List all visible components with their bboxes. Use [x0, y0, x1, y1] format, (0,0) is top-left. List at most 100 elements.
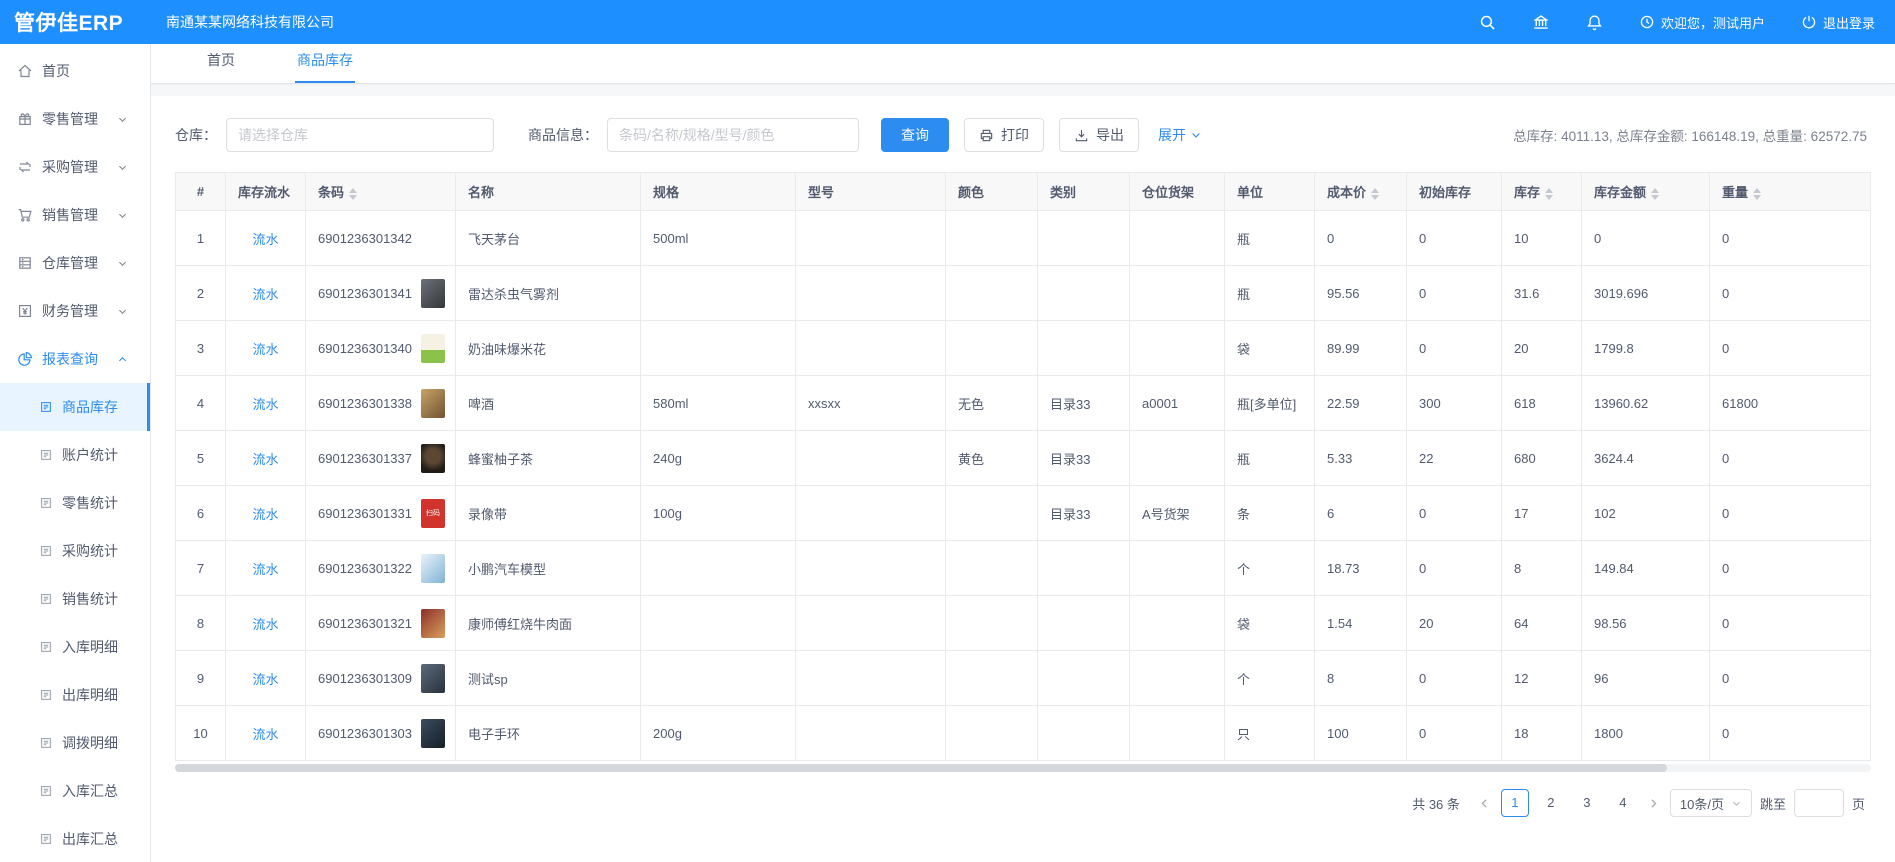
- cell-model: xxsxx: [796, 376, 946, 431]
- company-name: 南通某某网络科技有限公司: [166, 12, 334, 32]
- cell-barcode: 6901236301321: [318, 609, 443, 638]
- horizontal-scrollbar[interactable]: [175, 764, 1871, 772]
- sidebar-item-outbound-summary[interactable]: 出库汇总: [0, 815, 150, 862]
- cell-init-stock: 0: [1407, 541, 1502, 596]
- doc-icon: [39, 496, 53, 510]
- jump-page-input[interactable]: [1794, 789, 1844, 817]
- page-number-4[interactable]: 4: [1609, 789, 1637, 817]
- next-page-icon[interactable]: [1645, 797, 1662, 810]
- stock-flow-link[interactable]: 流水: [252, 672, 278, 687]
- sidebar-item-report-query[interactable]: 报表查询: [0, 335, 150, 383]
- cell-index: 4: [176, 376, 226, 431]
- sort-icon[interactable]: [1371, 188, 1379, 200]
- page-number-2[interactable]: 2: [1537, 789, 1565, 817]
- sort-icon[interactable]: [1545, 188, 1553, 200]
- cell-name: 蜂蜜柚子茶: [456, 431, 641, 486]
- cell-stock: 680: [1502, 431, 1582, 486]
- clock-icon: [1639, 14, 1655, 30]
- print-button[interactable]: 打印: [964, 118, 1044, 152]
- sidebar-item-label: 采购管理: [42, 157, 98, 177]
- doc-icon: [39, 736, 53, 750]
- stock-flow-link[interactable]: 流水: [252, 507, 278, 522]
- sidebar-item-transfer-detail[interactable]: 调拨明细: [0, 719, 150, 767]
- sidebar-item-retail-stats[interactable]: 零售统计: [0, 479, 150, 527]
- sort-icon[interactable]: [1651, 188, 1659, 200]
- sidebar-item-label: 仓库管理: [42, 253, 98, 273]
- page-unit-label: 页: [1852, 794, 1865, 813]
- cell-barcode: 6901236301309: [318, 664, 443, 693]
- sidebar-item-goods-stock[interactable]: 商品库存: [0, 383, 150, 431]
- sidebar-item-inbound-detail[interactable]: 入库明细: [0, 623, 150, 671]
- column-label: 库存金额: [1594, 185, 1646, 200]
- warehouse-select[interactable]: [226, 118, 494, 152]
- column-header-条码[interactable]: 条码: [306, 173, 456, 211]
- page-number-3[interactable]: 3: [1573, 789, 1601, 817]
- cell-amount: 1800: [1582, 706, 1710, 761]
- column-header-重量[interactable]: 重量: [1710, 173, 1871, 211]
- sidebar-item-inbound-summary[interactable]: 入库汇总: [0, 767, 150, 815]
- sidebar-item-outbound-detail[interactable]: 出库明细: [0, 671, 150, 719]
- sort-icon[interactable]: [349, 188, 357, 200]
- cell-cost: 22.59: [1315, 376, 1407, 431]
- stock-flow-link[interactable]: 流水: [252, 452, 278, 467]
- column-label: 类别: [1050, 185, 1076, 200]
- column-header-规格: 规格: [641, 173, 796, 211]
- cell-weight: 0: [1710, 431, 1871, 486]
- column-header-库存[interactable]: 库存: [1502, 173, 1582, 211]
- logout-button[interactable]: 退出登录: [1801, 13, 1875, 32]
- column-label: 成本价: [1327, 185, 1366, 200]
- sidebar-item-purchase-mgmt[interactable]: 采购管理: [0, 143, 150, 191]
- cell-model: [796, 431, 946, 486]
- sidebar-item-finance-mgmt[interactable]: 财务管理: [0, 287, 150, 335]
- cell-category: 目录33: [1038, 431, 1130, 486]
- cell-unit: 瓶: [1225, 211, 1315, 266]
- stock-flow-link[interactable]: 流水: [252, 232, 278, 247]
- sidebar-item-warehouse-mgmt[interactable]: 仓库管理: [0, 239, 150, 287]
- expand-link[interactable]: 展开: [1158, 125, 1202, 145]
- column-header-成本价[interactable]: 成本价: [1315, 173, 1407, 211]
- stock-flow-link[interactable]: 流水: [252, 562, 278, 577]
- pagination-total: 共 36 条: [1412, 794, 1460, 813]
- column-header-库存金额[interactable]: 库存金额: [1582, 173, 1710, 211]
- tab-goods-stock[interactable]: 商品库存: [295, 50, 355, 83]
- stock-flow-link[interactable]: 流水: [252, 287, 278, 302]
- cell-model: [796, 321, 946, 376]
- cell-weight: 0: [1710, 651, 1871, 706]
- sidebar-item-label: 财务管理: [42, 301, 98, 321]
- stock-flow-link[interactable]: 流水: [252, 727, 278, 742]
- table-row: 5流水6901236301337蜂蜜柚子茶240g黄色目录33瓶5.332268…: [176, 431, 1871, 486]
- sidebar-item-home[interactable]: 首页: [0, 47, 150, 95]
- stock-flow-link[interactable]: 流水: [252, 617, 278, 632]
- page-number-1[interactable]: 1: [1501, 789, 1529, 817]
- search-icon[interactable]: [1479, 14, 1496, 31]
- welcome-user[interactable]: 欢迎您，测试用户: [1639, 13, 1765, 32]
- cell-stock: 20: [1502, 321, 1582, 376]
- stock-flow-link[interactable]: 流水: [252, 397, 278, 412]
- sidebar-item-account-stats[interactable]: 账户统计: [0, 431, 150, 479]
- stock-flow-link[interactable]: 流水: [252, 342, 278, 357]
- tab-home[interactable]: 首页: [205, 50, 237, 83]
- export-button[interactable]: 导出: [1059, 118, 1139, 152]
- doc-icon: [39, 640, 53, 654]
- sort-icon[interactable]: [1753, 188, 1761, 200]
- prev-page-icon[interactable]: [1476, 797, 1493, 810]
- product-thumbnail: [421, 719, 445, 748]
- page-size-select[interactable]: 10条/页: [1670, 789, 1752, 817]
- cell-color: [946, 541, 1038, 596]
- bell-icon[interactable]: [1586, 14, 1603, 31]
- product-info-label: 商品信息：: [528, 125, 598, 145]
- bank-icon[interactable]: [1532, 13, 1550, 31]
- sidebar-item-sales-mgmt[interactable]: 销售管理: [0, 191, 150, 239]
- scrollbar-thumb[interactable]: [175, 764, 1667, 772]
- cell-barcode: 6901236301331扫码: [318, 499, 443, 528]
- search-button[interactable]: 查询: [881, 118, 949, 152]
- sidebar-item-purchase-stats[interactable]: 采购统计: [0, 527, 150, 575]
- column-label: 库存流水: [238, 185, 290, 200]
- product-info-input[interactable]: [607, 118, 859, 152]
- sidebar-item-sales-stats[interactable]: 销售统计: [0, 575, 150, 623]
- cell-name: 康师傅红烧牛肉面: [456, 596, 641, 651]
- sidebar-item-retail-mgmt[interactable]: 零售管理: [0, 95, 150, 143]
- cell-cost: 18.73: [1315, 541, 1407, 596]
- cell-stock: 31.6: [1502, 266, 1582, 321]
- cell-color: [946, 596, 1038, 651]
